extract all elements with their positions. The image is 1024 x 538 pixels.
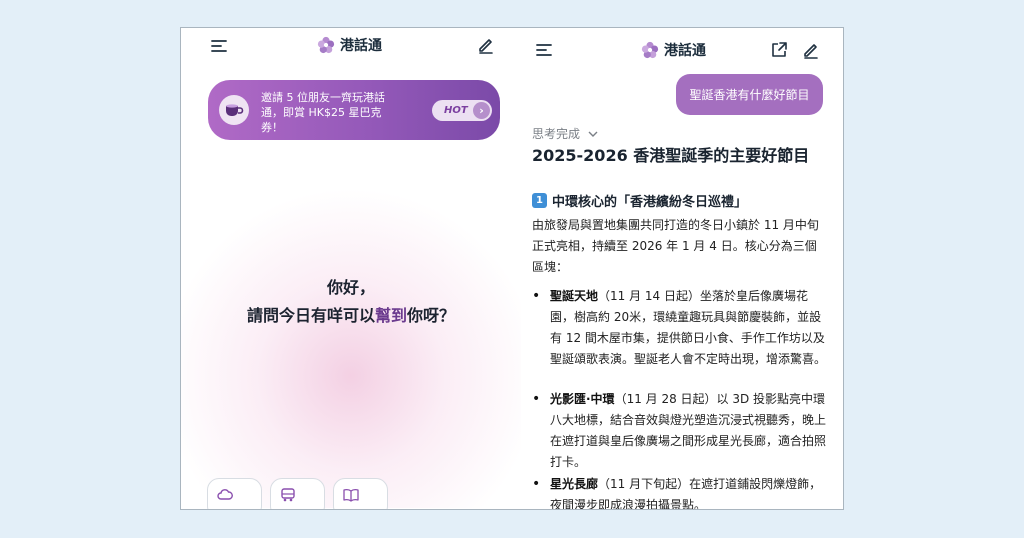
- cloud-icon: [217, 487, 233, 506]
- menu-icon[interactable]: [535, 41, 553, 59]
- flower-logo-icon: [641, 41, 659, 59]
- menu-icon[interactable]: [210, 37, 228, 55]
- app-name: 港話通: [340, 38, 382, 54]
- chevron-down-icon: [588, 131, 598, 137]
- chat-topbar: 港話通: [521, 28, 843, 64]
- list-item: 光影匯·中環（11 月 28 日起）以 3D 投影點亮中環八大地標，結合音效與燈…: [532, 389, 826, 473]
- bus-icon: [280, 487, 296, 506]
- shortcut-chip-vocab[interactable]: 詞語: [333, 478, 388, 509]
- thinking-status: 思考完成: [532, 127, 581, 141]
- greeting-text-after: 你呀？: [407, 306, 456, 325]
- app-name: 港話通: [664, 43, 706, 59]
- greeting-glow: [181, 178, 521, 508]
- greeting-line-1: 你好，: [326, 278, 375, 297]
- close-icon[interactable]: ×: [500, 100, 511, 115]
- list-item-title: 光影匯·中環: [550, 392, 615, 406]
- greeting-line-2: 請問今日有咩可以幫到你呀？: [181, 302, 521, 326]
- share-icon[interactable]: [769, 40, 789, 60]
- shortcut-chip-weather[interactable]: 天氣: [207, 478, 262, 509]
- list-item: 星光長廊（11 月下旬起）在遮打道鋪設閃爍燈飾，夜間漫步即成浪漫拍攝景點。: [532, 474, 826, 509]
- keycap-number-icon: 1: [532, 193, 547, 208]
- app-brand: 港話通: [317, 35, 382, 55]
- shortcut-chip-transport[interactable]: 交通: [270, 478, 325, 509]
- app-frame: 港話通 邀請 5 位朋友一齊玩港話通，即賞 HK$25 星巴克券！ HOT › …: [180, 27, 844, 510]
- thinking-status-toggle[interactable]: 思考完成: [532, 125, 598, 142]
- list-item-title: 星光長廊: [550, 477, 599, 491]
- intro-paragraph: 由旅發局與置地集團共同打造的冬日小鎮於 11 月中旬正式亮相，持續至 2026 …: [532, 218, 819, 274]
- chevron-right-icon: ›: [473, 102, 490, 119]
- hot-button[interactable]: HOT ›: [432, 100, 492, 121]
- section-heading: 1 中環核心的「香港繽紛冬日巡禮」: [532, 191, 747, 210]
- coffee-cup-icon: [219, 95, 249, 125]
- book-icon: [343, 487, 359, 506]
- list-item-title: 聖誕天地: [550, 289, 599, 303]
- compose-icon[interactable]: [476, 35, 496, 55]
- app-brand: 港話通: [641, 40, 706, 60]
- compose-icon[interactable]: [801, 40, 821, 60]
- home-topbar: 港話通: [181, 28, 521, 64]
- greeting-text-before: 請問今日有咩可以: [246, 306, 375, 325]
- invite-promo-banner[interactable]: 邀請 5 位朋友一齊玩港話通，即賞 HK$25 星巴克券！ HOT › ×: [208, 80, 511, 140]
- flower-logo-icon: [317, 36, 335, 54]
- home-pane: 港話通 邀請 5 位朋友一齊玩港話通，即賞 HK$25 星巴克券！ HOT › …: [181, 28, 521, 509]
- chat-pane: 港話通 聖誕香港有什麼好節目 思考完成 2025-2026 香港聖誕季的主要好節…: [521, 28, 843, 509]
- list-item: 聖誕天地（11 月 14 日起）坐落於皇后像廣場花園，樹高約 20米，環繞童趣玩…: [532, 286, 826, 370]
- section-title: 中環核心的「香港繽紛冬日巡禮」: [552, 195, 748, 210]
- promo-message: 邀請 5 位朋友一齊玩港話通，即賞 HK$25 星巴克券！: [261, 91, 385, 134]
- greeting-accent: 幫到: [374, 306, 407, 325]
- answer-title: 2025-2026 香港聖誕季的主要好節目: [532, 146, 810, 165]
- user-message-bubble: 聖誕香港有什麼好節目: [676, 74, 823, 115]
- hot-label: HOT: [444, 105, 468, 116]
